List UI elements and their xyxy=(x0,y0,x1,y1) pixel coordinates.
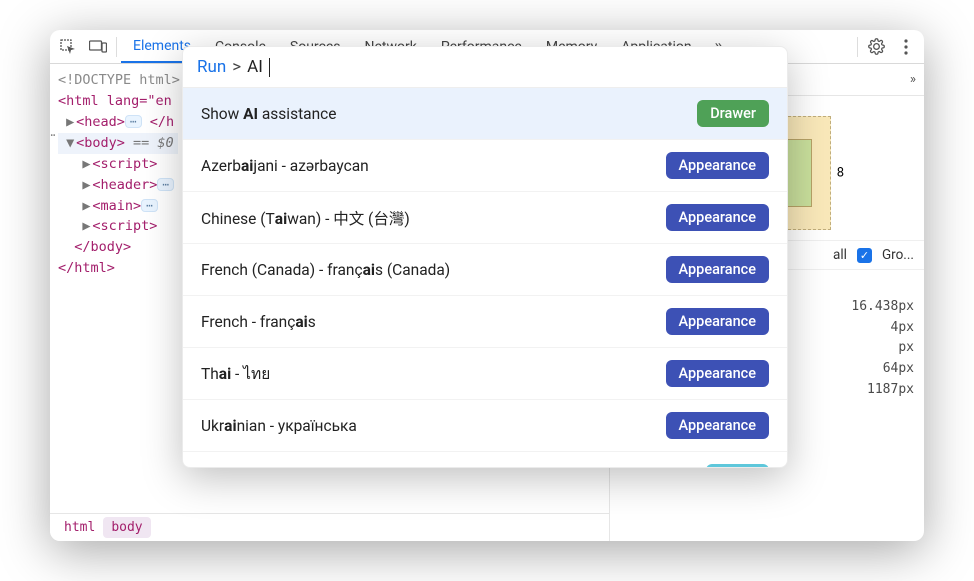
group-checkbox[interactable]: ✓ xyxy=(857,248,872,263)
device-toggle-icon[interactable] xyxy=(84,33,112,61)
command-input[interactable]: AI xyxy=(247,57,263,77)
command-item-badge: Appearance xyxy=(666,308,769,335)
command-item-badge: Drawer xyxy=(697,100,769,127)
text-cursor xyxy=(269,58,270,77)
command-list[interactable]: Show AI assistance Drawer Azerbaijani - az… xyxy=(183,87,787,467)
command-item[interactable]: Ukrainian - українська Appearance xyxy=(183,400,787,452)
main-area: ⋯ <!DOCTYPE html> <html lang="en ▶<head>… xyxy=(50,64,924,541)
command-item-label: Azerbaijani - azərbaycan xyxy=(201,157,654,175)
command-item-badge: Appearance xyxy=(666,360,769,387)
styles-overflow-icon[interactable]: » xyxy=(910,72,916,87)
command-item[interactable]: Thai - ไทย Appearance xyxy=(183,348,787,400)
command-item-label: Chinese (Taiwan) - 中文 (台灣) xyxy=(201,207,654,229)
command-item-label: Thai - ไทย xyxy=(201,361,654,386)
command-item-badge: Appearance xyxy=(666,152,769,179)
devtools-window: Elements Console Sources Network Perform… xyxy=(50,30,924,541)
crumb-body[interactable]: body xyxy=(103,517,150,538)
command-item-badge: Panel xyxy=(706,464,769,467)
command-item[interactable]: Chinese (Taiwan) - 中文 (台灣) Appearance xyxy=(183,192,787,244)
command-item-label: French (Canada) - français (Canada) xyxy=(201,261,654,279)
divider xyxy=(857,37,858,57)
breadcrumb: html body xyxy=(50,513,609,541)
command-item[interactable]: French - français Appearance xyxy=(183,296,787,348)
command-item[interactable]: Show AI assistance Drawer xyxy=(183,88,787,140)
command-item-label: French - français xyxy=(201,313,654,331)
command-item[interactable]: French (Canada) - français (Canada) Appea… xyxy=(183,244,787,296)
divider xyxy=(116,37,117,57)
command-item[interactable]: Show ApplicationPanel xyxy=(183,452,787,467)
command-chevron-icon: > xyxy=(232,57,241,77)
settings-icon[interactable] xyxy=(862,33,890,61)
command-item-label: Ukrainian - українська xyxy=(201,417,654,435)
command-run-label: Run xyxy=(197,57,226,77)
box-model-value: 8 xyxy=(837,166,844,181)
command-menu: Run > AI Show AI assistance Drawer Azerbai… xyxy=(182,46,788,468)
command-search-row: Run > AI xyxy=(183,47,787,87)
group-label: Gro... xyxy=(882,247,914,263)
command-item-badge: Appearance xyxy=(666,256,769,283)
command-item-badge: Appearance xyxy=(666,412,769,439)
kebab-icon[interactable] xyxy=(892,33,920,61)
line-actions-icon[interactable]: ⋯ xyxy=(50,128,55,142)
inspect-icon[interactable] xyxy=(54,33,82,61)
command-item-label: Show AI assistance xyxy=(201,105,685,123)
crumb-html[interactable]: html xyxy=(56,517,103,538)
command-item-badge: Appearance xyxy=(666,204,769,231)
show-all-label: all xyxy=(833,247,847,263)
command-item[interactable]: Azerbaijani - azərbaycan Appearance xyxy=(183,140,787,192)
